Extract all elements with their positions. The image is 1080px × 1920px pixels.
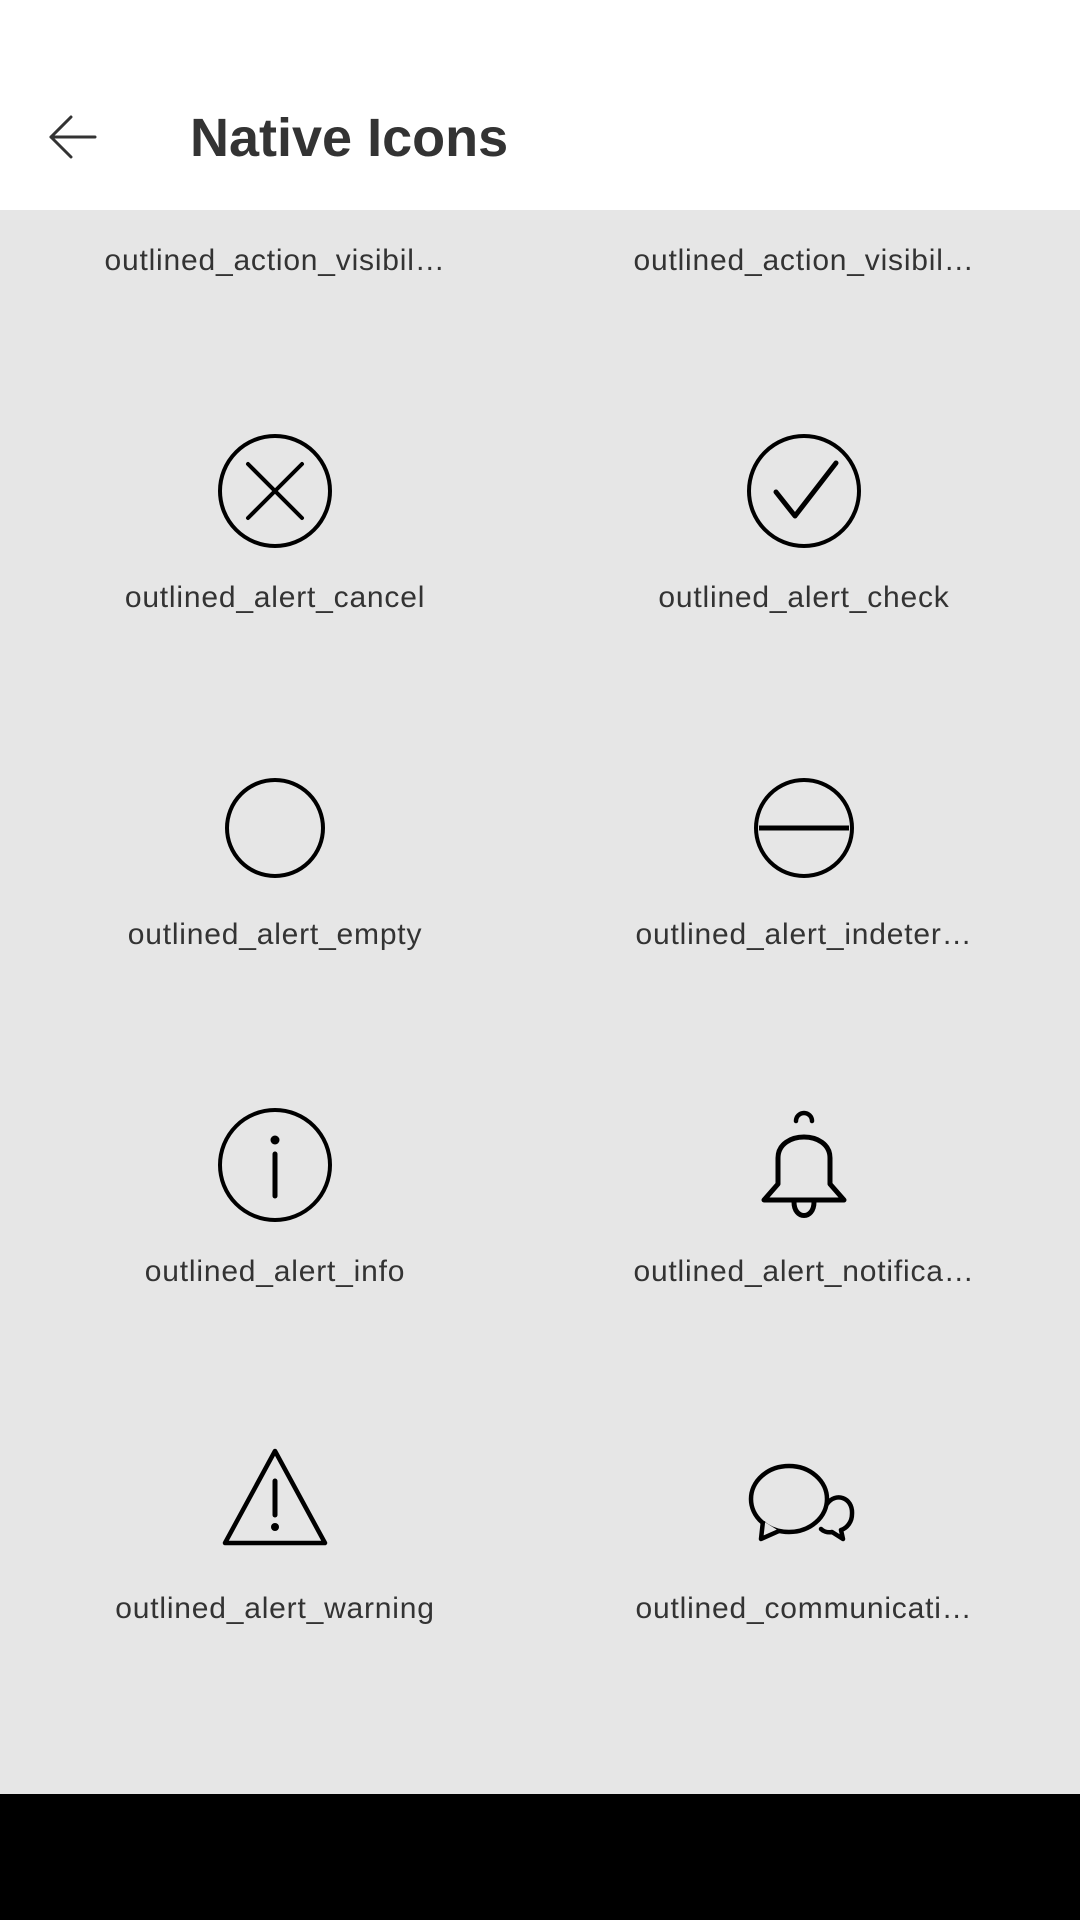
icon-tile[interactable]: outlined_action_visibil… [11,210,539,361]
icon-label: outlined_alert_indeter… [635,918,973,951]
bell-icon [749,1110,859,1220]
icon-label: outlined_communicati… [635,1592,973,1625]
arrow-left-icon [49,115,97,159]
page-title: Native Icons [190,108,509,168]
cancel-circle-icon [218,434,332,548]
icon-label: outlined_alert_cancel [124,581,426,614]
icon-label: outlined_alert_info [144,1255,406,1288]
chat-bubbles-icon [748,1447,859,1557]
back-button[interactable] [28,92,118,182]
icon-tile[interactable]: outlined_action_visibil… [540,210,1068,361]
icon-label: outlined_alert_notifica… [633,1255,975,1288]
empty-circle-icon [220,773,330,883]
check-circle-icon [747,434,861,548]
icon-tile[interactable]: outlined_alert_info [11,1035,539,1372]
icon-tile[interactable]: outlined_communicati… [540,1372,1068,1709]
indeterminate-circle-icon [749,773,859,883]
icon-tile[interactable]: outlined_alert_empty [11,698,539,1035]
icon-label: outlined_alert_check [658,581,950,614]
icon-label: outlined_action_visibil… [633,244,975,277]
app-bar: Native Icons [0,0,1080,210]
info-circle-icon [218,1108,332,1222]
icon-tile[interactable]: outlined_alert_warning [11,1372,539,1709]
screen: Native Icons outlined_action_visibil… ou… [0,0,1080,1920]
warning-triangle-icon [220,1447,330,1557]
icon-tile[interactable]: outlined_alert_indeter… [540,698,1068,1035]
icon-grid[interactable]: outlined_action_visibil… outlined_action… [0,210,1080,1794]
icon-label: outlined_alert_empty [127,918,423,951]
icon-label: outlined_action_visibil… [104,244,446,277]
system-navigation-bar [0,1794,1080,1920]
icon-tile[interactable]: outlined_alert_cancel [11,361,539,698]
icon-label: outlined_alert_warning [115,1592,435,1625]
icon-tile[interactable]: outlined_alert_check [540,361,1068,698]
icon-tile[interactable]: outlined_alert_notifica… [540,1035,1068,1372]
